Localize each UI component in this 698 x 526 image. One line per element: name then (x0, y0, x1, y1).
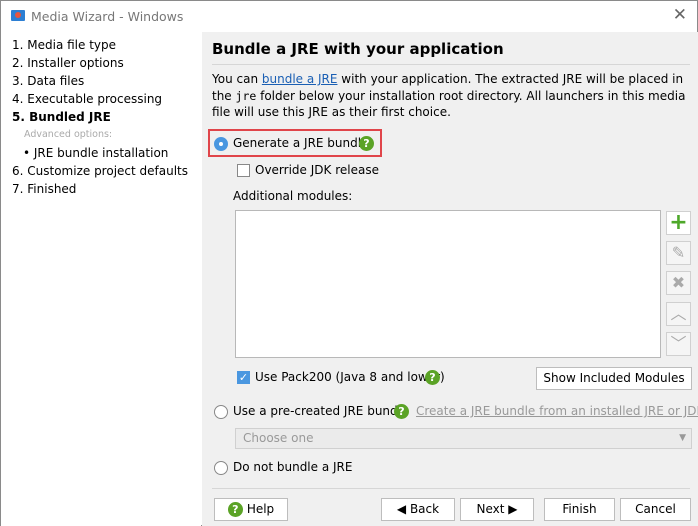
bundle-jre-link[interactable]: bundle a JRE (262, 72, 338, 86)
no-bundle-radio[interactable] (214, 461, 228, 475)
override-jdk-label[interactable]: Override JDK release (255, 163, 379, 177)
wizard-steps-sidebar: 1. Media file type 2. Installer options … (1, 32, 201, 526)
move-down-button[interactable]: ﹀ (666, 332, 691, 356)
edit-icon: ✎ (671, 243, 686, 262)
pack200-checkbox[interactable]: ✓ (237, 371, 250, 384)
chevron-down-icon: ﹀ (670, 334, 687, 353)
help-icon[interactable]: ? (425, 370, 440, 385)
desc-text: You can (212, 72, 262, 86)
dropdown-arrow-icon: ▼ (679, 433, 686, 443)
pack200-label[interactable]: Use Pack200 (Java 8 and lower) (255, 370, 445, 384)
page-title: Bundle a JRE with your application (212, 40, 504, 58)
edit-module-button[interactable]: ✎ (666, 241, 691, 265)
step-finished[interactable]: 7. Finished (12, 182, 76, 196)
help-icon[interactable]: ? (394, 404, 409, 419)
jre-bundle-dropdown[interactable]: Choose one ▼ (235, 428, 692, 449)
no-bundle-label[interactable]: Do not bundle a JRE (233, 460, 352, 474)
precreated-jre-label[interactable]: Use a pre-created JRE bundle (233, 404, 408, 418)
back-button[interactable]: ◀ Back (381, 498, 455, 521)
window-title: Media Wizard - Windows (31, 9, 184, 24)
back-label: Back (409, 502, 440, 516)
help-icon: ? (227, 502, 243, 517)
override-jdk-checkbox[interactable] (237, 164, 250, 177)
jre-code: jre (235, 88, 257, 103)
app-icon (11, 10, 25, 21)
additional-modules-list[interactable] (235, 210, 661, 358)
generate-jre-radio[interactable] (214, 137, 228, 151)
move-up-button[interactable]: ︿ (666, 302, 691, 326)
arrow-left-icon: ◀ (396, 502, 410, 516)
next-button[interactable]: Next ▶ (460, 498, 534, 521)
step-data-files[interactable]: 3. Data files (12, 74, 84, 88)
arrow-right-icon: ▶ (504, 502, 518, 516)
step-jre-bundle-installation[interactable]: • JRE bundle installation (23, 146, 168, 160)
additional-modules-label: Additional modules: (233, 189, 353, 203)
footer-divider (212, 488, 690, 489)
divider (212, 64, 690, 65)
step-media-file-type[interactable]: 1. Media file type (12, 38, 116, 52)
add-module-button[interactable]: + (666, 211, 691, 235)
finish-button[interactable]: Finish (544, 498, 615, 521)
delete-icon: ✖ (671, 273, 686, 292)
desc-text: folder below your installation root dire… (212, 88, 686, 120)
chevron-up-icon: ︿ (670, 304, 687, 323)
advanced-options-label: Advanced options: (24, 129, 113, 140)
next-label: Next (476, 502, 505, 516)
create-jre-bundle-link[interactable]: Create a JRE bundle from an installed JR… (416, 404, 698, 418)
title-bar: Media Wizard - Windows ✕ (1, 1, 697, 32)
step-bundled-jre[interactable]: 5. Bundled JRE (12, 110, 111, 124)
step-installer-options[interactable]: 2. Installer options (12, 56, 124, 70)
help-icon[interactable]: ? (359, 136, 374, 151)
dropdown-value: Choose one (243, 431, 314, 445)
generate-jre-label[interactable]: Generate a JRE bundle (233, 136, 368, 150)
show-included-modules-button[interactable]: Show Included Modules (536, 367, 692, 390)
step-executable-processing[interactable]: 4. Executable processing (12, 92, 162, 106)
plus-icon: + (669, 210, 688, 235)
help-button-label: Help (246, 502, 275, 516)
close-icon[interactable]: ✕ (673, 5, 687, 25)
remove-module-button[interactable]: ✖ (666, 271, 691, 295)
cancel-button[interactable]: Cancel (620, 498, 691, 521)
step-customize-project-defaults[interactable]: 6. Customize project defaults (12, 164, 188, 178)
media-wizard-window: Media Wizard - Windows ✕ 1. Media file t… (0, 0, 698, 526)
precreated-jre-radio[interactable] (214, 405, 228, 419)
content-panel: Bundle a JRE with your application You c… (202, 32, 698, 526)
help-button[interactable]: ? Help (214, 498, 288, 521)
description: You can bundle a JRE with your applicati… (212, 71, 692, 121)
